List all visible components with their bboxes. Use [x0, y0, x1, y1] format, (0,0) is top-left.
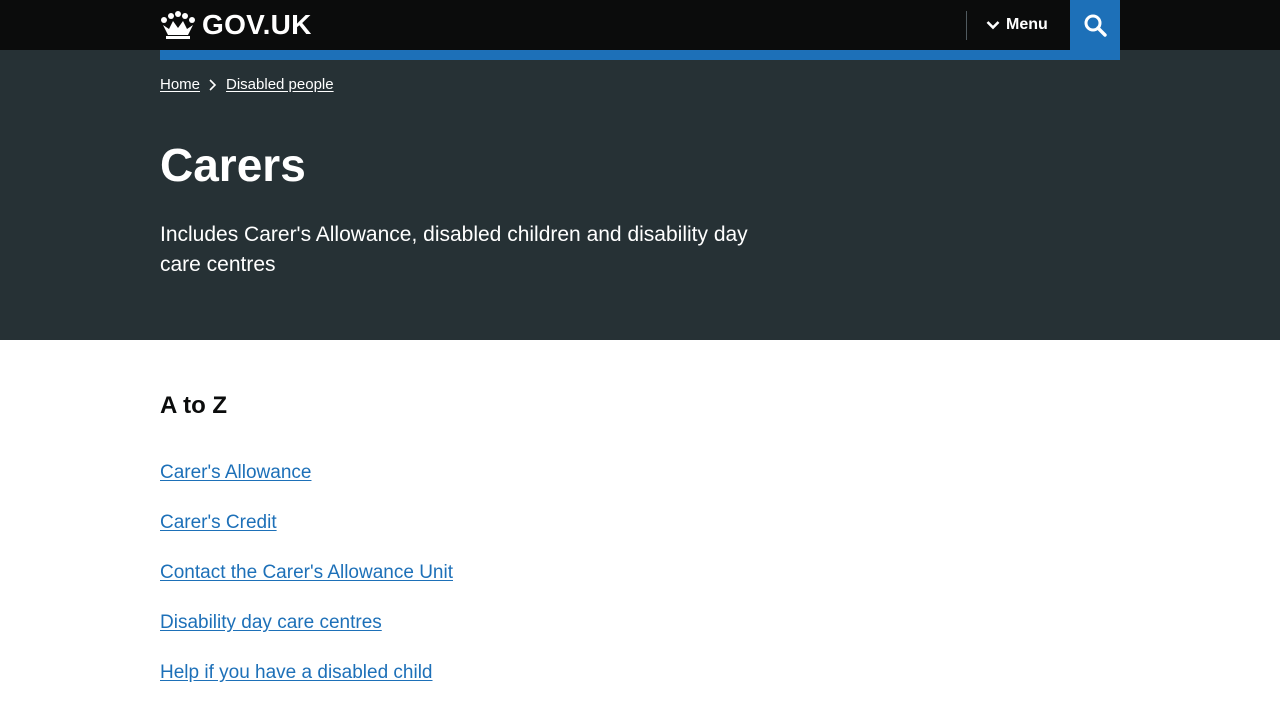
page-title: Carers	[160, 139, 306, 191]
link-disability-day-care-centres[interactable]: Disability day care centres	[160, 612, 382, 633]
site-header: GOV.UK Menu	[0, 0, 1280, 50]
link-contact-carers-allowance-unit[interactable]: Contact the Carer's Allowance Unit	[160, 562, 453, 583]
list-item: Help if you have a disabled child	[160, 660, 453, 710]
hero-banner	[0, 50, 1280, 340]
breadcrumb-disabled-people-link[interactable]: Disabled people	[226, 76, 334, 93]
header-divider	[966, 11, 967, 40]
list-item: Disability day care centres	[160, 610, 453, 660]
list-item: Carer's Credit	[160, 510, 453, 560]
menu-button-label: Menu	[1006, 16, 1048, 33]
breadcrumb: Home Disabled people	[160, 76, 334, 93]
chevron-down-icon	[986, 21, 1000, 30]
link-carers-credit[interactable]: Carer's Credit	[160, 512, 277, 533]
search-button[interactable]	[1070, 0, 1120, 50]
page-description: Includes Carer's Allowance, disabled chi…	[160, 223, 748, 276]
link-carers-allowance[interactable]: Carer's Allowance	[160, 462, 311, 483]
a-to-z-list: Carer's Allowance Carer's Credit Contact…	[160, 460, 453, 710]
list-item: Carer's Allowance	[160, 460, 453, 510]
menu-button[interactable]: Menu	[986, 13, 1048, 37]
logo-text: GOV.UK	[202, 9, 312, 40]
list-item: Contact the Carer's Allowance Unit	[160, 560, 453, 610]
crown-icon	[161, 11, 195, 39]
section-title-a-to-z: A to Z	[160, 392, 228, 419]
search-icon	[1084, 14, 1107, 37]
chevron-right-icon	[209, 78, 217, 91]
govuk-logo-link[interactable]: GOV.UK	[160, 11, 312, 39]
link-help-disabled-child[interactable]: Help if you have a disabled child	[160, 662, 433, 683]
breadcrumb-home-link[interactable]: Home	[160, 76, 200, 93]
header-accent-bar	[160, 50, 1120, 60]
